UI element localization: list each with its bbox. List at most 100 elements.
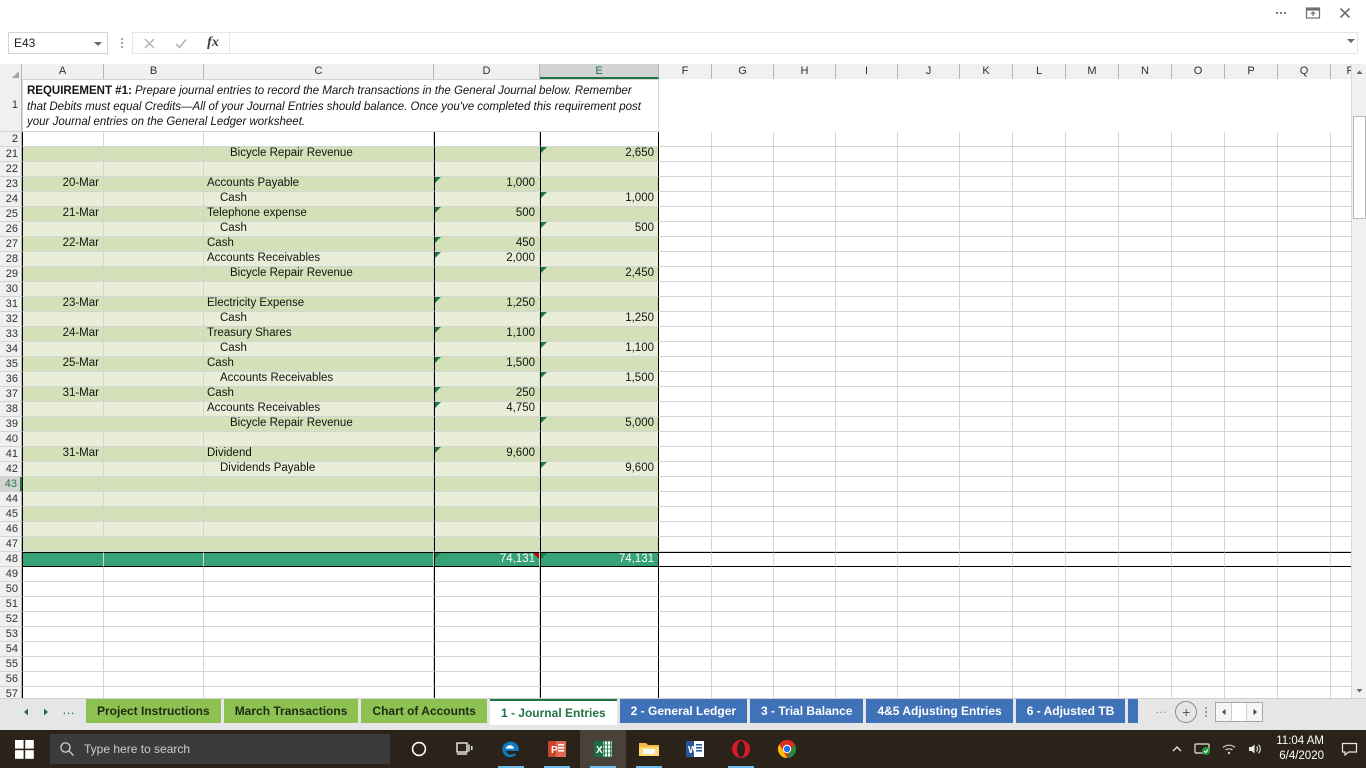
- cell-G50[interactable]: [712, 582, 774, 597]
- cell-E2[interactable]: [540, 132, 659, 147]
- cell-M46[interactable]: [1066, 522, 1119, 537]
- cell-P36[interactable]: [1225, 372, 1278, 387]
- cell-G26[interactable]: [712, 222, 774, 237]
- column-header-o[interactable]: O: [1172, 64, 1225, 79]
- cell-J38[interactable]: [898, 402, 960, 417]
- cell-A27[interactable]: 22-Mar: [22, 237, 104, 252]
- cell-D46[interactable]: [434, 522, 540, 537]
- cell-N48[interactable]: [1119, 552, 1172, 567]
- cell-G28[interactable]: [712, 252, 774, 267]
- cell-H50[interactable]: [774, 582, 836, 597]
- cell-O44[interactable]: [1172, 492, 1225, 507]
- row-header-25[interactable]: 25: [0, 207, 22, 222]
- cell-B23[interactable]: [104, 177, 204, 192]
- row-header-51[interactable]: 51: [0, 597, 22, 612]
- row-header-46[interactable]: 46: [0, 522, 22, 537]
- cell-R2[interactable]: [1331, 132, 1351, 147]
- cell-M32[interactable]: [1066, 312, 1119, 327]
- cell-B29[interactable]: [104, 267, 204, 282]
- row-header-55[interactable]: 55: [0, 657, 22, 672]
- cell-C42[interactable]: Dividends Payable: [204, 462, 434, 477]
- more-options-icon[interactable]: [1266, 1, 1296, 25]
- cell-I44[interactable]: [836, 492, 898, 507]
- cell-G24[interactable]: [712, 192, 774, 207]
- cell-E55[interactable]: [540, 657, 659, 672]
- table-row[interactable]: Bicycle Repair Revenue 2,450: [22, 267, 1351, 282]
- cell-J24[interactable]: [898, 192, 960, 207]
- cell-K42[interactable]: [960, 462, 1013, 477]
- close-icon[interactable]: [1330, 1, 1360, 25]
- cell-R53[interactable]: [1331, 627, 1351, 642]
- cell-M56[interactable]: [1066, 672, 1119, 687]
- cell-L41[interactable]: [1013, 447, 1066, 462]
- cell-D37[interactable]: 250: [434, 387, 540, 402]
- cell-P57[interactable]: [1225, 687, 1278, 698]
- cell-I51[interactable]: [836, 597, 898, 612]
- cell-H39[interactable]: [774, 417, 836, 432]
- table-row[interactable]: Cash 1,250: [22, 312, 1351, 327]
- cell-A42[interactable]: [22, 462, 104, 477]
- cell-P49[interactable]: [1225, 567, 1278, 582]
- cell-O33[interactable]: [1172, 327, 1225, 342]
- cell-A28[interactable]: [22, 252, 104, 267]
- cell-O37[interactable]: [1172, 387, 1225, 402]
- cell-C23[interactable]: Accounts Payable: [204, 177, 434, 192]
- cell-M53[interactable]: [1066, 627, 1119, 642]
- cell-M30[interactable]: [1066, 282, 1119, 297]
- cell-J56[interactable]: [898, 672, 960, 687]
- cell-P40[interactable]: [1225, 432, 1278, 447]
- cell-A43[interactable]: [22, 477, 104, 492]
- cell-L42[interactable]: [1013, 462, 1066, 477]
- cell-Q31[interactable]: [1278, 297, 1331, 312]
- cell-C53[interactable]: [204, 627, 434, 642]
- clock[interactable]: 11:04 AM 6/4/2020: [1268, 730, 1332, 768]
- cell-Q54[interactable]: [1278, 642, 1331, 657]
- cell-R21[interactable]: [1331, 147, 1351, 162]
- cell-L43[interactable]: [1013, 477, 1066, 492]
- cell-A45[interactable]: [22, 507, 104, 522]
- cell-H28[interactable]: [774, 252, 836, 267]
- cell-J48[interactable]: [898, 552, 960, 567]
- cell-K35[interactable]: [960, 357, 1013, 372]
- cell-R27[interactable]: [1331, 237, 1351, 252]
- cell-K32[interactable]: [960, 312, 1013, 327]
- cell-P24[interactable]: [1225, 192, 1278, 207]
- cell-F49[interactable]: [659, 567, 712, 582]
- cell-N40[interactable]: [1119, 432, 1172, 447]
- cell-F50[interactable]: [659, 582, 712, 597]
- cell-B37[interactable]: [104, 387, 204, 402]
- cell-E37[interactable]: [540, 387, 659, 402]
- cell-D40[interactable]: [434, 432, 540, 447]
- cell-J54[interactable]: [898, 642, 960, 657]
- cell-Q2[interactable]: [1278, 132, 1331, 147]
- cell-J28[interactable]: [898, 252, 960, 267]
- cell-K39[interactable]: [960, 417, 1013, 432]
- cell-R52[interactable]: [1331, 612, 1351, 627]
- cell-M48[interactable]: [1066, 552, 1119, 567]
- onedrive-icon[interactable]: [1190, 730, 1216, 768]
- row-header-32[interactable]: 32: [0, 312, 22, 327]
- cell-K37[interactable]: [960, 387, 1013, 402]
- cell-I24[interactable]: [836, 192, 898, 207]
- cell-L51[interactable]: [1013, 597, 1066, 612]
- cell-N47[interactable]: [1119, 537, 1172, 552]
- table-row[interactable]: Bicycle Repair Revenue 2,650: [22, 147, 1351, 162]
- cell-Q22[interactable]: [1278, 162, 1331, 177]
- cell-M29[interactable]: [1066, 267, 1119, 282]
- cell-C54[interactable]: [204, 642, 434, 657]
- cell-H34[interactable]: [774, 342, 836, 357]
- cell-B46[interactable]: [104, 522, 204, 537]
- cell-A52[interactable]: [22, 612, 104, 627]
- cell-E29[interactable]: 2,450: [540, 267, 659, 282]
- cell-D45[interactable]: [434, 507, 540, 522]
- cell-A2[interactable]: [22, 132, 104, 147]
- cell-Q40[interactable]: [1278, 432, 1331, 447]
- sheet-tab-1-journal-entries[interactable]: 1 - Journal Entries: [489, 699, 617, 725]
- cell-M54[interactable]: [1066, 642, 1119, 657]
- cell-D38[interactable]: 4,750: [434, 402, 540, 417]
- cell-H51[interactable]: [774, 597, 836, 612]
- cell-H29[interactable]: [774, 267, 836, 282]
- cell-H32[interactable]: [774, 312, 836, 327]
- cell-Q37[interactable]: [1278, 387, 1331, 402]
- cell-G22[interactable]: [712, 162, 774, 177]
